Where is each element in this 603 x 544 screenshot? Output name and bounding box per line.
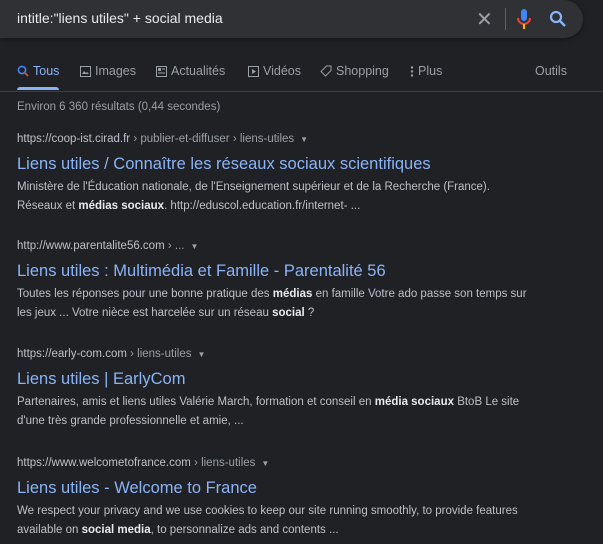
news-icon [156, 65, 167, 77]
snippet-text: social media [81, 524, 151, 536]
video-icon [248, 65, 259, 77]
search-result: https://early-com.com › liens-utiles ▼ Lie… [17, 348, 537, 431]
snippet-text: . http://eduscol.education.fr/internet- … [164, 200, 361, 212]
tab-images[interactable]: Images [80, 64, 136, 78]
result-url[interactable]: https://coop-ist.cirad.fr › publier-et-d… [17, 133, 537, 149]
more-vert-icon [410, 65, 414, 77]
tab-label: Shopping [336, 64, 389, 78]
search-icon [17, 65, 29, 77]
result-site: https://coop-ist.cirad.fr [17, 133, 131, 145]
tab-label: Actualités [171, 64, 226, 78]
search-input[interactable]: intitle:"liens utiles" + social media [17, 10, 223, 26]
search-box[interactable]: intitle:"liens utiles" + social media ✕ [0, 0, 583, 38]
tab-label: Plus [418, 64, 443, 78]
result-title-link[interactable]: Liens utiles - Welcome to France [17, 479, 537, 501]
snippet-text: social [272, 307, 305, 319]
caret-down-icon[interactable]: ▼ [300, 135, 308, 144]
tab-plus[interactable]: Plus [410, 64, 442, 78]
result-url[interactable]: https://www.welcometofrance.com › liens-… [17, 457, 537, 473]
result-title-link[interactable]: Liens utiles | EarlyCom [17, 370, 537, 392]
tab-tous[interactable]: Tous [17, 64, 60, 90]
tab-shopping[interactable]: Shopping [320, 64, 389, 78]
search-result: http://www.parentalite56.com › ... ▼ Liens… [17, 240, 537, 323]
result-snippet: Partenaires, amis et liens utiles Valéri… [17, 393, 537, 431]
result-count: Environ 6 360 résultats (0,44 secondes) [17, 101, 221, 113]
caret-down-icon[interactable]: ▼ [261, 459, 269, 468]
result-title-link[interactable]: Liens utiles : Multimédia et Famille - P… [17, 262, 537, 284]
tabs-divider [0, 91, 603, 92]
caret-down-icon[interactable]: ▼ [197, 350, 205, 359]
search-result: https://coop-ist.cirad.fr › publier-et-d… [17, 133, 537, 216]
tag-icon [320, 65, 332, 77]
search-tabs: Tous Images Actualités Vidéos Shopping Plus Ou… [17, 64, 603, 92]
result-snippet: Ministère de l'Éducation nationale, de l… [17, 178, 537, 216]
microphone-icon[interactable] [517, 9, 531, 29]
result-breadcrumb: › ... [164, 240, 185, 252]
tab-label: Images [95, 64, 136, 78]
result-site: https://www.welcometofrance.com [17, 457, 191, 469]
result-site: http://www.parentalite56.com [17, 240, 165, 252]
snippet-text: Partenaires, amis et liens utiles Valéri… [17, 396, 375, 408]
tools-button[interactable]: Outils [535, 64, 567, 78]
clear-icon[interactable]: ✕ [476, 7, 493, 32]
tab-vidéos[interactable]: Vidéos [248, 64, 301, 78]
image-icon [80, 65, 91, 77]
search-result: https://www.welcometofrance.com › liens-… [17, 457, 537, 540]
tab-actualités[interactable]: Actualités [156, 64, 225, 78]
divider [505, 8, 506, 30]
result-title-link[interactable]: Liens utiles / Connaître les réseaux soc… [17, 155, 537, 177]
caret-down-icon[interactable]: ▼ [190, 242, 198, 251]
tab-label: Vidéos [263, 64, 301, 78]
snippet-text: média sociaux [374, 396, 454, 408]
snippet-text: médias sociaux [78, 200, 165, 212]
search-icon[interactable] [549, 10, 567, 28]
snippet-text: médias [272, 288, 313, 300]
result-breadcrumb: › publier-et-diffuser › liens-utiles [130, 133, 295, 145]
result-url[interactable]: http://www.parentalite56.com › ... ▼ [17, 240, 537, 256]
result-breadcrumb: › liens-utiles [126, 348, 192, 360]
result-breadcrumb: › liens-utiles [190, 457, 256, 469]
result-snippet: We respect your privacy and we use cooki… [17, 502, 537, 540]
snippet-text: , to personnalize ads and contents ... [150, 524, 339, 536]
snippet-text: ? [304, 307, 315, 319]
result-site: https://early-com.com [17, 348, 127, 360]
tab-label: Tous [33, 64, 60, 78]
result-url[interactable]: https://early-com.com › liens-utiles ▼ [17, 348, 537, 364]
result-snippet: Toutes les réponses pour une bonne prati… [17, 285, 537, 323]
snippet-text: Toutes les réponses pour une bonne prati… [17, 288, 273, 300]
